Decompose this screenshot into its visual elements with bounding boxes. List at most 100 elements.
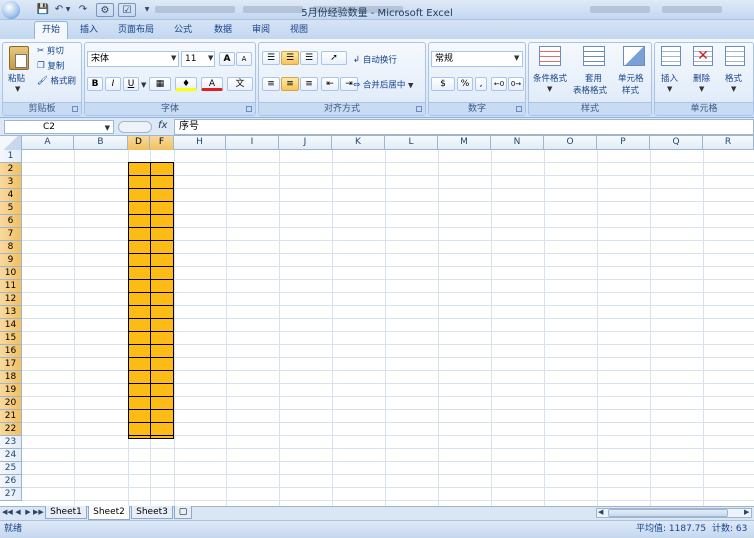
align-bottom-icon[interactable]: ☰ — [300, 51, 318, 65]
sheet-tab-sheet3[interactable]: Sheet3 — [131, 506, 173, 519]
insert-cells-icon[interactable] — [661, 46, 681, 66]
first-sheet-icon[interactable]: ◀◀ — [2, 507, 13, 518]
column-header[interactable]: H — [174, 136, 226, 150]
format-cells-icon[interactable] — [725, 46, 745, 66]
column-header[interactable]: Q — [650, 136, 703, 150]
scroll-left-icon[interactable]: ◀ — [598, 508, 603, 516]
copy-button[interactable]: ❐ 复制 — [37, 59, 64, 74]
row-header[interactable]: 12 — [0, 293, 22, 306]
font-color-button[interactable]: A — [201, 77, 223, 91]
column-header[interactable]: I — [226, 136, 279, 150]
row-header[interactable]: 3 — [0, 176, 22, 189]
row-header[interactable]: 4 — [0, 189, 22, 202]
row-header[interactable]: 20 — [0, 397, 22, 410]
insert-dropdown-icon[interactable]: ▼ — [667, 85, 672, 93]
orientation-icon[interactable]: ➚ — [321, 51, 347, 65]
column-header[interactable]: M — [438, 136, 491, 150]
underline-dropdown-icon[interactable]: ▼ — [141, 81, 146, 89]
tab-formulas[interactable]: 公式 — [166, 22, 200, 39]
selected-range[interactable] — [128, 162, 174, 439]
column-header[interactable]: K — [332, 136, 385, 150]
tab-data[interactable]: 数据 — [206, 22, 240, 39]
row-header[interactable]: 7 — [0, 228, 22, 241]
column-header[interactable]: O — [544, 136, 597, 150]
row-header[interactable]: 19 — [0, 384, 22, 397]
italic-button[interactable]: I — [105, 77, 121, 91]
paste-dropdown-icon[interactable]: ▼ — [15, 85, 20, 93]
row-header[interactable]: 6 — [0, 215, 22, 228]
row-header[interactable]: 9 — [0, 254, 22, 267]
row-header[interactable]: 22 — [0, 423, 22, 436]
column-header[interactable]: N — [491, 136, 544, 150]
formula-input[interactable]: 序号 — [174, 119, 754, 135]
comma-button[interactable]: , — [475, 77, 487, 91]
conditional-format-icon[interactable] — [539, 46, 561, 66]
row-header[interactable]: 24 — [0, 449, 22, 462]
row-header[interactable]: 16 — [0, 345, 22, 358]
row-header[interactable]: 21 — [0, 410, 22, 423]
font-size-dropdown-icon[interactable]: ▼ — [208, 54, 213, 62]
column-header[interactable]: B — [74, 136, 128, 150]
grow-font-button[interactable]: A — [219, 52, 235, 66]
row-header[interactable]: 11 — [0, 280, 22, 293]
borders-icon[interactable]: ▦ — [149, 77, 171, 91]
alignment-launcher-icon[interactable] — [416, 106, 422, 112]
format-dropdown-icon[interactable]: ▼ — [731, 85, 736, 93]
row-header[interactable]: 25 — [0, 462, 22, 475]
format-as-table-icon[interactable] — [583, 46, 605, 66]
insert-function-button[interactable]: fx — [158, 120, 167, 131]
align-top-icon[interactable]: ☰ — [262, 51, 280, 65]
percent-button[interactable]: % — [457, 77, 473, 91]
last-sheet-icon[interactable]: ▶▶ — [33, 507, 44, 518]
cut-button[interactable]: ✂ 剪切 — [37, 44, 64, 59]
row-header[interactable]: 18 — [0, 371, 22, 384]
delete-dropdown-icon[interactable]: ▼ — [699, 85, 704, 93]
align-middle-icon[interactable]: ☰ — [281, 51, 299, 65]
scroll-right-icon[interactable]: ▶ — [744, 508, 749, 516]
sheet-tab-sheet1[interactable]: Sheet1 — [45, 506, 87, 519]
tab-insert[interactable]: 插入 — [72, 22, 106, 39]
paste-icon[interactable] — [9, 46, 29, 70]
name-box[interactable]: C2 ▼ — [4, 120, 114, 134]
column-header[interactable]: F — [150, 136, 174, 150]
name-box-dropdown-icon[interactable]: ▼ — [105, 122, 110, 134]
column-header[interactable]: R — [703, 136, 754, 150]
next-sheet-icon[interactable]: ▶ — [23, 507, 33, 518]
font-launcher-icon[interactable] — [246, 106, 252, 112]
formula-bar-circle-icon[interactable] — [118, 121, 152, 133]
decrease-indent-icon[interactable]: ⇤ — [321, 77, 339, 91]
sheet-tab-sheet2[interactable]: Sheet2 — [88, 506, 130, 520]
tab-home[interactable]: 开始 — [34, 21, 68, 40]
column-header[interactable]: D — [128, 136, 150, 150]
fill-color-icon[interactable]: ♦ — [175, 77, 197, 91]
cell-styles-button-line2[interactable]: 样式 — [622, 84, 639, 99]
wrap-text-button[interactable]: ↲ 自动换行 — [353, 53, 397, 68]
column-header[interactable]: P — [597, 136, 650, 150]
column-header[interactable]: J — [279, 136, 332, 150]
cell-styles-icon[interactable] — [623, 46, 645, 66]
scroll-thumb[interactable] — [608, 509, 728, 517]
row-header[interactable]: 2 — [0, 163, 22, 176]
row-header[interactable]: 26 — [0, 475, 22, 488]
row-header[interactable]: 8 — [0, 241, 22, 254]
row-header[interactable]: 17 — [0, 358, 22, 371]
conditional-format-dropdown-icon[interactable]: ▼ — [547, 85, 552, 93]
column-header[interactable]: L — [385, 136, 438, 150]
row-header[interactable]: 1 — [0, 150, 22, 163]
merge-dropdown-icon[interactable]: ▼ — [408, 82, 413, 90]
row-header[interactable]: 14 — [0, 319, 22, 332]
row-header[interactable]: 15 — [0, 332, 22, 345]
align-right-icon[interactable]: ≡ — [300, 77, 318, 91]
tab-review[interactable]: 审阅 — [244, 22, 278, 39]
row-header[interactable]: 23 — [0, 436, 22, 449]
phonetic-button[interactable]: 文 — [227, 77, 253, 91]
delete-cells-icon[interactable]: ✕ — [693, 46, 713, 66]
bold-button[interactable]: B — [87, 77, 103, 91]
row-header[interactable]: 13 — [0, 306, 22, 319]
merge-center-button[interactable]: ⇔ 合并后居中 ▼ — [353, 78, 413, 93]
row-header[interactable]: 10 — [0, 267, 22, 280]
format-as-table-button-line2[interactable]: 表格格式 — [573, 84, 607, 99]
underline-button[interactable]: U — [123, 77, 139, 91]
clipboard-launcher-icon[interactable] — [72, 106, 78, 112]
font-name-dropdown-icon[interactable]: ▼ — [171, 54, 176, 62]
